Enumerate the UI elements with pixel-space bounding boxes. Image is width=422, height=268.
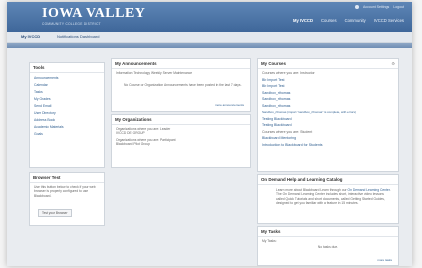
browser-test-module: Browser Test Use this button below to ch…: [29, 172, 105, 226]
tools-list: Announcements Calendar Tasks My Grades S…: [30, 73, 104, 140]
tasks-label: My Tasks:: [262, 239, 277, 243]
tool-academic-materials[interactable]: Academic Materials: [34, 124, 100, 131]
tab-community[interactable]: Community: [345, 18, 366, 23]
account-settings-link[interactable]: Account Settings: [363, 5, 389, 9]
more-announcements-link[interactable]: more announcements: [215, 103, 244, 107]
more-tasks-link[interactable]: more tasks: [377, 258, 392, 262]
browser-window: IOWA VALLEY COMMUNITY COLLEGE DISTRICT A…: [7, 2, 412, 266]
user-links: Account Settings Logout: [355, 5, 404, 9]
tools-title: Tools: [30, 63, 104, 73]
courses-module: My Courses ⚙ Courses where you are: Inst…: [257, 58, 399, 172]
org-ivccd-de-group[interactable]: IVCCD DE GROUP: [116, 131, 246, 135]
tool-goals[interactable]: Goals: [34, 131, 100, 138]
tab-courses[interactable]: Courses: [321, 18, 337, 23]
subtab-notifications-dashboard[interactable]: Notifications Dashboard: [57, 34, 99, 39]
tool-send-email[interactable]: Send Email: [34, 103, 100, 110]
subtab-my-ivccd[interactable]: My IVCCD: [21, 34, 40, 39]
browser-test-title: Browser Test: [30, 173, 104, 183]
ondemand-module: On Demand Help and Learning Catalog Lear…: [257, 174, 399, 224]
tasks-module: My Tasks My Tasks: No tasks due. more ta…: [257, 226, 399, 266]
tool-my-grades[interactable]: My Grades: [34, 96, 100, 103]
tool-tasks[interactable]: Tasks: [34, 89, 100, 96]
organizations-title: My Organizations: [112, 115, 250, 125]
logout-link[interactable]: Logout: [393, 5, 404, 9]
announcement-item[interactable]: Information Technology Weekly Server Mai…: [116, 71, 246, 75]
logo-subtitle: COMMUNITY COLLEGE DISTRICT: [42, 22, 101, 26]
announcements-module: My Announcements Information Technology …: [111, 58, 251, 112]
ondemand-text: Learn more about Blackboard Learn throug…: [276, 188, 391, 206]
tools-module: Tools Announcements Calendar Tasks My Gr…: [29, 62, 105, 168]
announcements-title: My Announcements: [112, 59, 250, 69]
tab-ivccd-services[interactable]: IVCCD Services: [374, 18, 404, 23]
organizations-module: My Organizations Organizations where you…: [111, 114, 251, 168]
header-banner: IOWA VALLEY COMMUNITY COLLEGE DISTRICT A…: [7, 2, 412, 32]
org-blackboard-pilot-group[interactable]: Blackboard Pilot Group: [116, 142, 246, 146]
gear-icon[interactable]: ⚙: [391, 61, 395, 66]
tool-calendar[interactable]: Calendar: [34, 82, 100, 89]
learning-center-link[interactable]: On Demand Learning Center: [348, 188, 390, 192]
top-tabs: My IVCCD Courses Community IVCCD Service…: [293, 18, 404, 23]
tab-my-ivccd[interactable]: My IVCCD: [293, 18, 313, 23]
tasks-empty: No tasks due.: [317, 245, 339, 250]
module-area: Tools Announcements Calendar Tasks My Gr…: [7, 48, 412, 266]
user-icon: [355, 5, 360, 9]
course-link[interactable]: Introduction to Blackboard for Students: [258, 142, 398, 149]
logo: IOWA VALLEY: [42, 6, 146, 21]
announcements-note: No Course or Organization Announcements …: [124, 83, 242, 88]
tasks-title: My Tasks: [258, 227, 398, 237]
tool-address-book[interactable]: Address Book: [34, 117, 100, 124]
tool-user-directory[interactable]: User Directory: [34, 110, 100, 117]
test-browser-button[interactable]: Test your Browser: [38, 209, 72, 218]
sub-navigation: My IVCCD Notifications Dashboard: [7, 32, 412, 43]
ondemand-title: On Demand Help and Learning Catalog: [258, 175, 398, 185]
tool-announcements[interactable]: Announcements: [34, 75, 100, 82]
browser-test-text: Use this button below to check if your w…: [34, 185, 96, 198]
courses-title: My Courses: [258, 59, 398, 69]
